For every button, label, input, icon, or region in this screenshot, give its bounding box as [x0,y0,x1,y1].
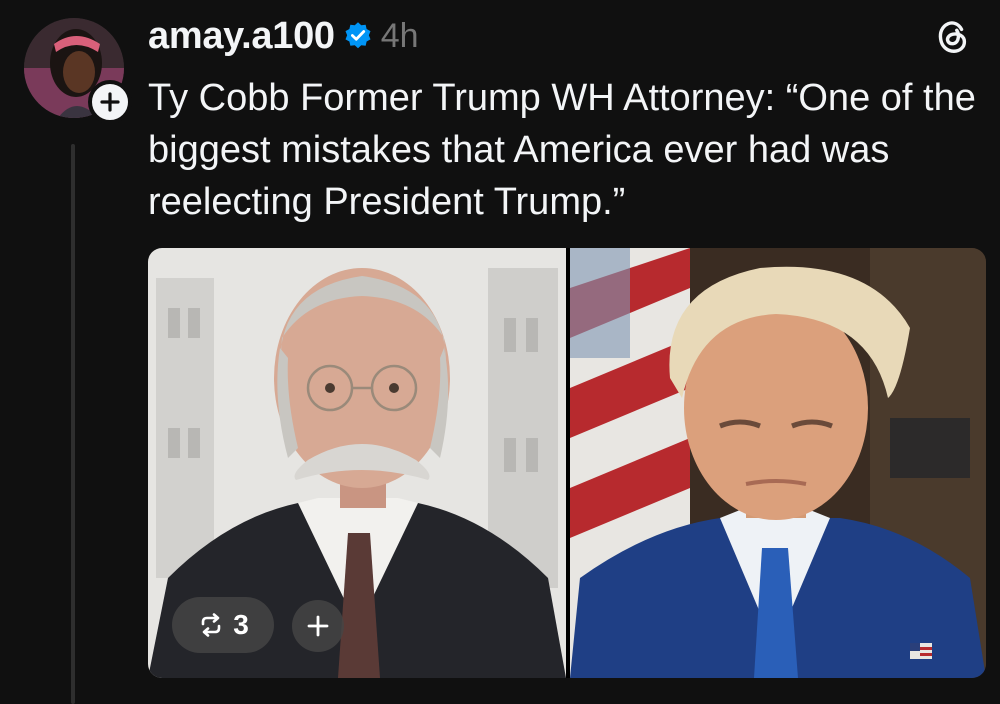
plus-icon [307,615,329,637]
repost-button[interactable]: 3 [172,597,274,653]
follow-button[interactable] [88,80,132,124]
username[interactable]: amay.a100 [148,15,335,58]
repost-count: 3 [233,609,249,640]
repost-icon [201,613,221,637]
threads-logo-icon[interactable] [934,18,972,56]
thread-line [71,144,75,704]
post-header: amay.a100 4h [148,14,419,58]
photo-right[interactable] [570,248,986,678]
add-button[interactable] [292,600,344,652]
post-timestamp: 4h [380,16,419,55]
plus-icon [100,92,120,112]
post-media[interactable] [148,248,986,678]
post-text: Ty Cobb Former Trump WH Attorney: “One o… [148,77,976,223]
verified-badge-icon [345,22,371,49]
